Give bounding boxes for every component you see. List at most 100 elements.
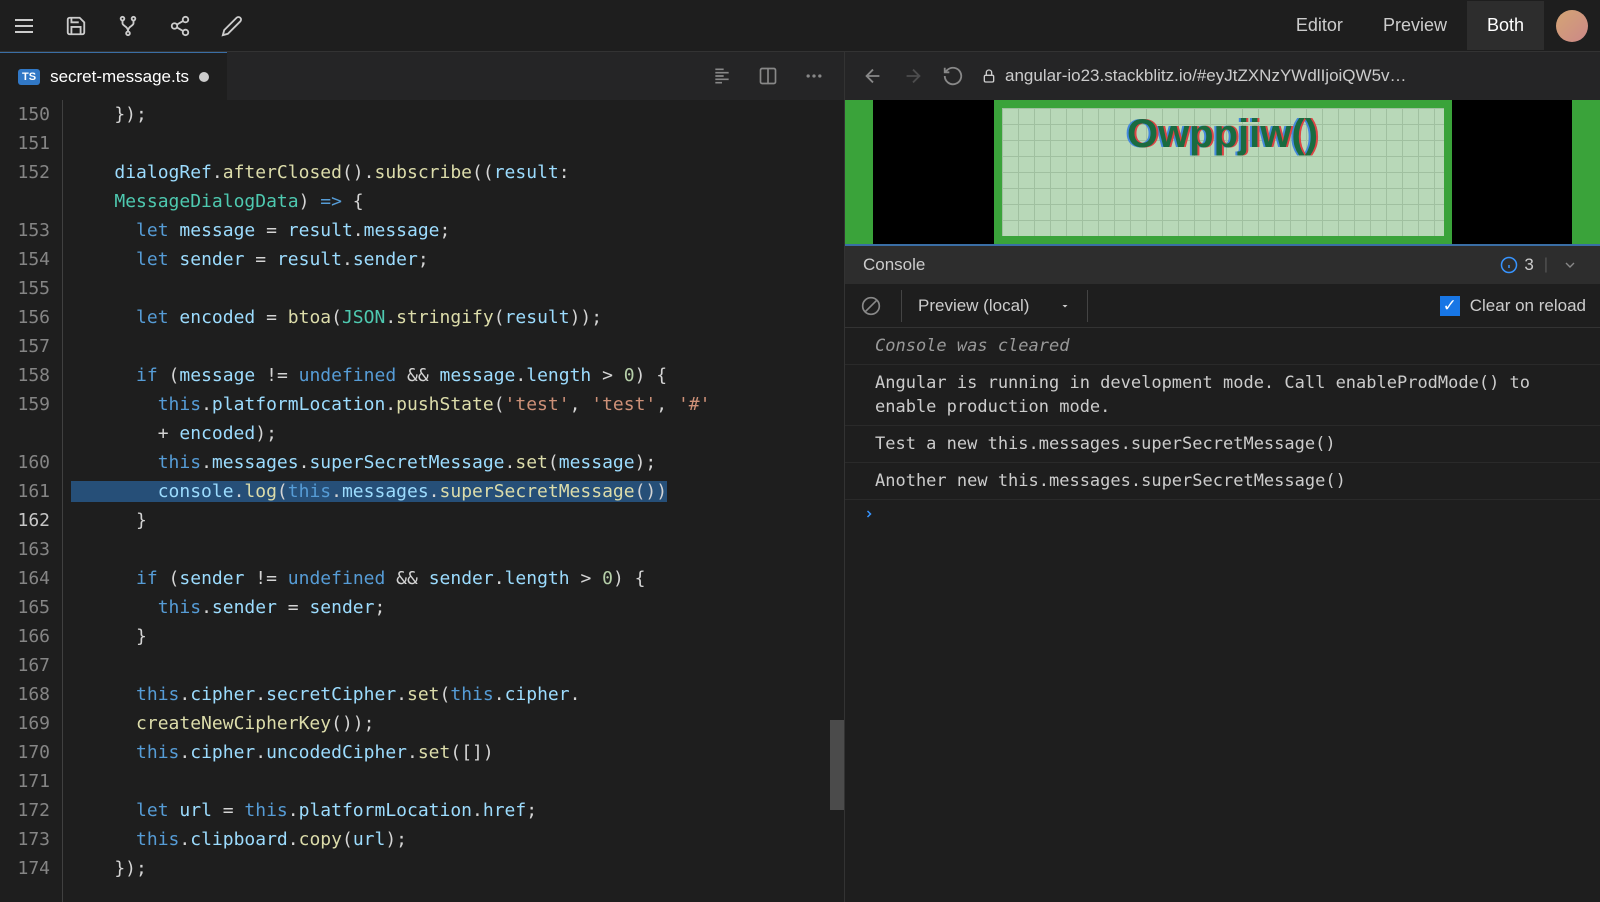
line-number: 166 bbox=[0, 622, 50, 651]
console-header: Console 3 | bbox=[845, 244, 1600, 284]
preview-frame: Owppjiw() bbox=[994, 100, 1452, 244]
dirty-indicator-icon bbox=[199, 72, 209, 82]
line-number: 173 bbox=[0, 825, 50, 854]
code-line[interactable] bbox=[71, 651, 844, 680]
lock-icon bbox=[981, 68, 997, 84]
line-number: 169 bbox=[0, 709, 50, 738]
code-line[interactable]: MessageDialogData) => { bbox=[71, 187, 844, 216]
code-line[interactable]: this.platformLocation.pushState('test', … bbox=[71, 390, 844, 419]
split-editor-icon[interactable] bbox=[756, 64, 780, 88]
save-icon[interactable] bbox=[64, 14, 88, 38]
code-line[interactable]: this.cipher.uncodedCipher.set([]) bbox=[71, 738, 844, 767]
view-tab-both[interactable]: Both bbox=[1467, 1, 1544, 50]
line-number: 174 bbox=[0, 854, 50, 883]
line-number: 170 bbox=[0, 738, 50, 767]
ts-badge-icon: TS bbox=[18, 69, 40, 85]
line-number: 163 bbox=[0, 535, 50, 564]
code-content[interactable]: }); dialogRef.afterClosed().subscribe((r… bbox=[62, 100, 844, 902]
fork-icon[interactable] bbox=[116, 14, 140, 38]
line-number bbox=[0, 419, 50, 448]
preview-content: Owppjiw() bbox=[845, 100, 1600, 244]
avatar[interactable] bbox=[1556, 10, 1588, 42]
line-number: 164 bbox=[0, 564, 50, 593]
share-icon[interactable] bbox=[168, 14, 192, 38]
forward-icon[interactable] bbox=[901, 64, 925, 88]
console-log-entry: Test a new this.messages.superSecretMess… bbox=[845, 426, 1600, 463]
code-line[interactable] bbox=[71, 767, 844, 796]
code-line[interactable]: this.clipboard.copy(url); bbox=[71, 825, 844, 854]
code-line[interactable]: this.cipher.secretCipher.set(this.cipher… bbox=[71, 680, 844, 709]
line-number: 162 bbox=[0, 506, 50, 535]
preview-pane: angular-io23.stackblitz.io/#eyJtZXNzYWdl… bbox=[844, 52, 1600, 902]
line-number bbox=[0, 187, 50, 216]
line-number: 158 bbox=[0, 361, 50, 390]
code-line[interactable]: + encoded); bbox=[71, 419, 844, 448]
more-icon[interactable] bbox=[802, 64, 826, 88]
code-line[interactable] bbox=[71, 332, 844, 361]
back-icon[interactable] bbox=[861, 64, 885, 88]
code-line[interactable]: createNewCipherKey()); bbox=[71, 709, 844, 738]
edit-icon[interactable] bbox=[220, 14, 244, 38]
clear-console-icon[interactable] bbox=[859, 294, 883, 318]
file-tab[interactable]: TS secret-message.ts bbox=[0, 52, 227, 100]
code-line[interactable]: }); bbox=[71, 854, 844, 883]
line-number: 168 bbox=[0, 680, 50, 709]
line-number: 167 bbox=[0, 651, 50, 680]
line-number: 172 bbox=[0, 796, 50, 825]
line-number: 150 bbox=[0, 100, 50, 129]
code-line[interactable]: dialogRef.afterClosed().subscribe((resul… bbox=[71, 158, 844, 187]
code-line[interactable]: console.log(this.messages.superSecretMes… bbox=[71, 477, 844, 506]
line-number: 165 bbox=[0, 593, 50, 622]
code-line[interactable]: if (sender != undefined && sender.length… bbox=[71, 564, 844, 593]
code-line[interactable]: let encoded = btoa(JSON.stringify(result… bbox=[71, 303, 844, 332]
line-number: 155 bbox=[0, 274, 50, 303]
console-log[interactable]: Console was clearedAngular is running in… bbox=[845, 328, 1600, 902]
console-source-select[interactable]: Preview (local) bbox=[901, 290, 1088, 322]
info-count-badge[interactable]: 3 bbox=[1500, 255, 1533, 275]
line-number: 154 bbox=[0, 245, 50, 274]
console-tab[interactable]: Console bbox=[863, 255, 925, 275]
line-number: 157 bbox=[0, 332, 50, 361]
clear-on-reload-toggle[interactable]: ✓ Clear on reload bbox=[1440, 296, 1586, 316]
code-line[interactable]: } bbox=[71, 506, 844, 535]
console-prompt[interactable] bbox=[845, 500, 1600, 528]
file-tab-bar: TS secret-message.ts bbox=[0, 52, 844, 100]
url-bar[interactable]: angular-io23.stackblitz.io/#eyJtZXNzYWdl… bbox=[981, 66, 1584, 86]
view-tab-editor[interactable]: Editor bbox=[1276, 1, 1363, 50]
chevron-down-icon[interactable] bbox=[1558, 253, 1582, 277]
code-line[interactable] bbox=[71, 129, 844, 158]
scrollbar-thumb[interactable] bbox=[830, 720, 844, 810]
info-count-value: 3 bbox=[1524, 255, 1533, 275]
code-line[interactable] bbox=[71, 274, 844, 303]
line-number: 159 bbox=[0, 390, 50, 419]
line-number: 156 bbox=[0, 303, 50, 332]
code-line[interactable]: let sender = result.sender; bbox=[71, 245, 844, 274]
format-icon[interactable] bbox=[710, 64, 734, 88]
top-toolbar: Editor Preview Both bbox=[0, 0, 1600, 52]
console-header-right: 3 | bbox=[1500, 253, 1582, 277]
code-line[interactable]: }); bbox=[71, 100, 844, 129]
console-log-entry: Another new this.messages.superSecretMes… bbox=[845, 463, 1600, 500]
code-line[interactable]: if (message != undefined && message.leng… bbox=[71, 361, 844, 390]
checkbox-checked-icon: ✓ bbox=[1440, 296, 1460, 316]
code-line[interactable]: this.sender = sender; bbox=[71, 593, 844, 622]
editor-pane: TS secret-message.ts 1501511521531541551… bbox=[0, 52, 844, 902]
clear-on-reload-label: Clear on reload bbox=[1470, 296, 1586, 316]
line-number: 153 bbox=[0, 216, 50, 245]
menu-icon[interactable] bbox=[12, 14, 36, 38]
line-number-gutter: 1501511521531541551561571581591601611621… bbox=[0, 100, 62, 902]
preview-toolbar: angular-io23.stackblitz.io/#eyJtZXNzYWdl… bbox=[845, 52, 1600, 100]
code-line[interactable]: this.messages.superSecretMessage.set(mes… bbox=[71, 448, 844, 477]
reload-icon[interactable] bbox=[941, 64, 965, 88]
line-number: 151 bbox=[0, 129, 50, 158]
code-area[interactable]: 1501511521531541551561571581591601611621… bbox=[0, 100, 844, 902]
console-source-label: Preview (local) bbox=[918, 296, 1029, 316]
dropdown-caret-icon bbox=[1059, 300, 1071, 312]
file-tab-actions bbox=[710, 64, 844, 88]
code-line[interactable]: let url = this.platformLocation.href; bbox=[71, 796, 844, 825]
code-line[interactable] bbox=[71, 535, 844, 564]
console-log-entry: Console was cleared bbox=[845, 328, 1600, 365]
code-line[interactable]: let message = result.message; bbox=[71, 216, 844, 245]
code-line[interactable]: } bbox=[71, 622, 844, 651]
view-tab-preview[interactable]: Preview bbox=[1363, 1, 1467, 50]
